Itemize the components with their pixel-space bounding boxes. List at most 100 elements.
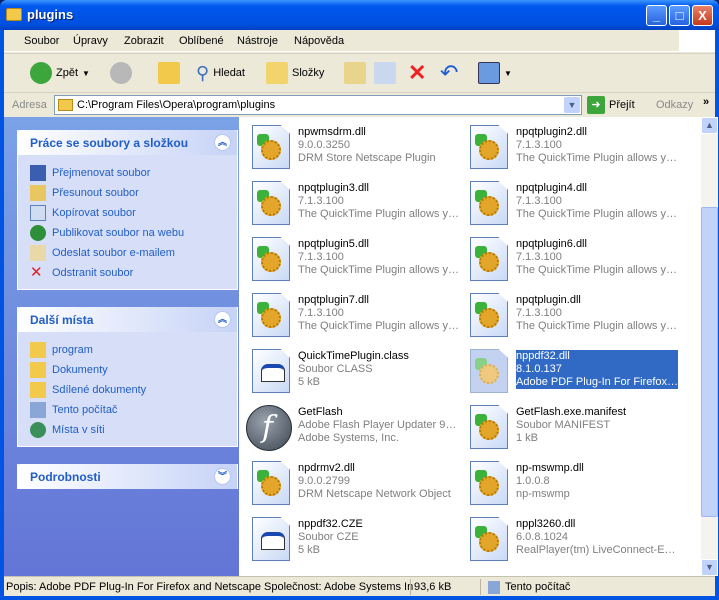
chevron-right-icon[interactable]: » — [703, 96, 709, 108]
scroll-thumb[interactable] — [701, 207, 718, 517]
scroll-up-button[interactable]: ▲ — [701, 117, 718, 134]
menu-napoveda[interactable]: Nápověda — [294, 35, 344, 47]
menu-upravy[interactable]: Úpravy — [73, 35, 108, 47]
file-item[interactable]: npqtplugin3.dll 7.1.3.100 The QuickTime Pl… — [252, 181, 470, 231]
file-item[interactable]: npwmsdrm.dll 9.0.0.3250 DRM Store Netscape… — [252, 125, 470, 175]
status-size: 93,6 kB — [414, 581, 452, 593]
file-icon — [252, 517, 290, 561]
address-bar: Adresa C:\Program Files\Opera\program\pl… — [4, 94, 715, 116]
collapse-icon[interactable]: ︽ — [214, 134, 231, 151]
file-name: npwmsdrm.dll — [298, 126, 366, 138]
file-item[interactable]: npdrmv2.dll 9.0.0.2799 DRM Netscape Networ… — [252, 461, 470, 511]
dll-file-icon — [470, 181, 508, 225]
file-item[interactable]: nppdf32.dll 8.1.0.137 Adobe PDF Plug-In Fo… — [470, 349, 688, 399]
views-button[interactable]: ▼ — [478, 61, 512, 85]
details-header[interactable]: Podrobnosti ︾ — [18, 464, 237, 489]
file-tasks-header[interactable]: Práce se soubory a složkou ︽ — [18, 130, 237, 155]
undo-button[interactable]: ↶ — [440, 60, 458, 85]
place-label: program — [52, 344, 93, 356]
menu-oblibene[interactable]: Oblíbené — [179, 35, 224, 47]
task-copy[interactable]: Kopírovat soubor — [30, 203, 237, 223]
file-item[interactable]: QuickTimePlugin.class Soubor CLASS 5 kB — [252, 349, 470, 399]
dll-file-icon — [252, 237, 290, 281]
globe-icon — [30, 225, 46, 241]
title-bar[interactable]: plugins _ □ X — [0, 0, 719, 30]
search-button[interactable]: ⚲ Hledat — [196, 61, 245, 85]
file-name: npqtplugin7.dll — [298, 294, 369, 306]
place-documents[interactable]: Dokumenty — [30, 360, 237, 380]
file-info: 6.0.8.1024 — [516, 531, 568, 543]
place-network[interactable]: Místa v síti — [30, 420, 237, 440]
folders-icon — [266, 62, 288, 84]
menu-zobrazit[interactable]: Zobrazit — [124, 35, 164, 47]
file-item[interactable]: GetFlashAdobe Flash Player Updater 9…Ado… — [246, 405, 470, 455]
task-label: Přejmenovat soubor — [52, 167, 151, 179]
task-delete[interactable]: ✕ Odstranit soubor — [30, 263, 237, 283]
delete-button[interactable]: ✕ — [408, 60, 426, 85]
task-move[interactable]: Přesunout soubor — [30, 183, 237, 203]
other-places-header[interactable]: Další místa ︽ — [18, 307, 237, 332]
address-dropdown[interactable]: ▼ — [564, 97, 580, 113]
computer-icon — [488, 581, 500, 594]
task-label: Odeslat soubor e-mailem — [52, 247, 175, 259]
go-button[interactable]: ➜ Přejít — [587, 96, 635, 114]
address-input[interactable]: C:\Program Files\Opera\program\plugins ▼ — [54, 95, 582, 115]
links-button[interactable]: Odkazy — [656, 99, 693, 111]
forward-button[interactable] — [110, 61, 132, 85]
file-item[interactable]: GetFlash.exe.manifest Soubor MANIFEST 1 kB — [470, 405, 688, 455]
panel-title: Podrobnosti — [30, 470, 101, 484]
address-label: Adresa — [12, 99, 47, 111]
file-name: np-mswmp.dll — [516, 462, 584, 474]
task-label: Odstranit soubor — [52, 267, 134, 279]
menu-nastroje[interactable]: Nástroje — [237, 35, 278, 47]
file-info: 9.0.0.2799 — [298, 475, 350, 487]
collapse-icon[interactable]: ︽ — [214, 311, 231, 328]
folder-icon — [30, 342, 46, 358]
file-item[interactable]: nppdf32.CZE Soubor CZE 5 kB — [252, 517, 470, 567]
file-info: 7.1.3.100 — [298, 195, 344, 207]
file-name: npqtplugin.dll — [516, 294, 581, 306]
chevron-down-icon: ▼ — [504, 68, 512, 78]
task-email[interactable]: Odeslat soubor e-mailem — [30, 243, 237, 263]
dll-file-icon — [470, 517, 508, 561]
place-program[interactable]: program — [30, 340, 237, 360]
dll-file-icon — [470, 237, 508, 281]
place-my-computer[interactable]: Tento počítač — [30, 400, 237, 420]
close-button[interactable]: X — [692, 5, 713, 26]
copy-to-button[interactable] — [374, 61, 396, 85]
file-item[interactable]: nppl3260.dll 6.0.8.1024 RealPlayer(tm) Liv… — [470, 517, 688, 567]
expand-icon[interactable]: ︾ — [214, 468, 231, 485]
status-description: Popis: Adobe PDF Plug-In For Firefox and… — [6, 581, 414, 593]
file-item[interactable]: np-mswmp.dll 1.0.0.8 np-mswmp — [470, 461, 688, 511]
menu-soubor[interactable]: Soubor — [24, 35, 59, 47]
file-description: DRM Netscape Network Object — [298, 488, 451, 500]
flash-icon — [246, 405, 292, 451]
task-pane: Práce se soubory a složkou ︽ Přejmenovat … — [4, 117, 239, 576]
file-item[interactable]: npqtplugin4.dll 7.1.3.100 The QuickTime Pl… — [470, 181, 688, 231]
folders-button[interactable]: Složky — [266, 61, 324, 85]
file-description: The QuickTime Plugin allows y… — [516, 208, 677, 220]
file-name: nppdf32.dll — [516, 350, 570, 362]
minimize-button[interactable]: _ — [646, 5, 667, 26]
place-shared-documents[interactable]: Sdílené dokumenty — [30, 380, 237, 400]
file-description: 5 kB — [298, 376, 321, 388]
task-rename[interactable]: Přejmenovat soubor — [30, 163, 237, 183]
back-arrow-icon — [30, 62, 52, 84]
file-item[interactable]: npqtplugin6.dll 7.1.3.100 The QuickTime Pl… — [470, 237, 688, 287]
up-folder-button[interactable] — [158, 61, 180, 85]
file-info: 7.1.3.100 — [516, 251, 562, 263]
task-publish[interactable]: Publikovat soubor na webu — [30, 223, 237, 243]
maximize-button[interactable]: □ — [669, 5, 690, 26]
file-name: npqtplugin6.dll — [516, 238, 587, 250]
file-item[interactable]: npqtplugin5.dll 7.1.3.100 The QuickTime Pl… — [252, 237, 470, 287]
move-to-button[interactable] — [344, 61, 366, 85]
file-item[interactable]: npqtplugin7.dll 7.1.3.100 The QuickTime Pl… — [252, 293, 470, 343]
file-description: 1 kB — [516, 432, 539, 444]
back-button[interactable]: Zpět ▼ — [30, 61, 90, 85]
file-item[interactable]: npqtplugin.dll 7.1.3.100 The QuickTime Plu… — [470, 293, 688, 343]
file-name: npqtplugin4.dll — [516, 182, 587, 194]
file-item[interactable]: npqtplugin2.dll 7.1.3.100 The QuickTime Pl… — [470, 125, 688, 175]
vertical-scrollbar[interactable]: ▲ ▼ — [701, 117, 718, 576]
scroll-down-button[interactable]: ▼ — [701, 559, 718, 576]
file-name: npqtplugin2.dll — [516, 126, 587, 138]
